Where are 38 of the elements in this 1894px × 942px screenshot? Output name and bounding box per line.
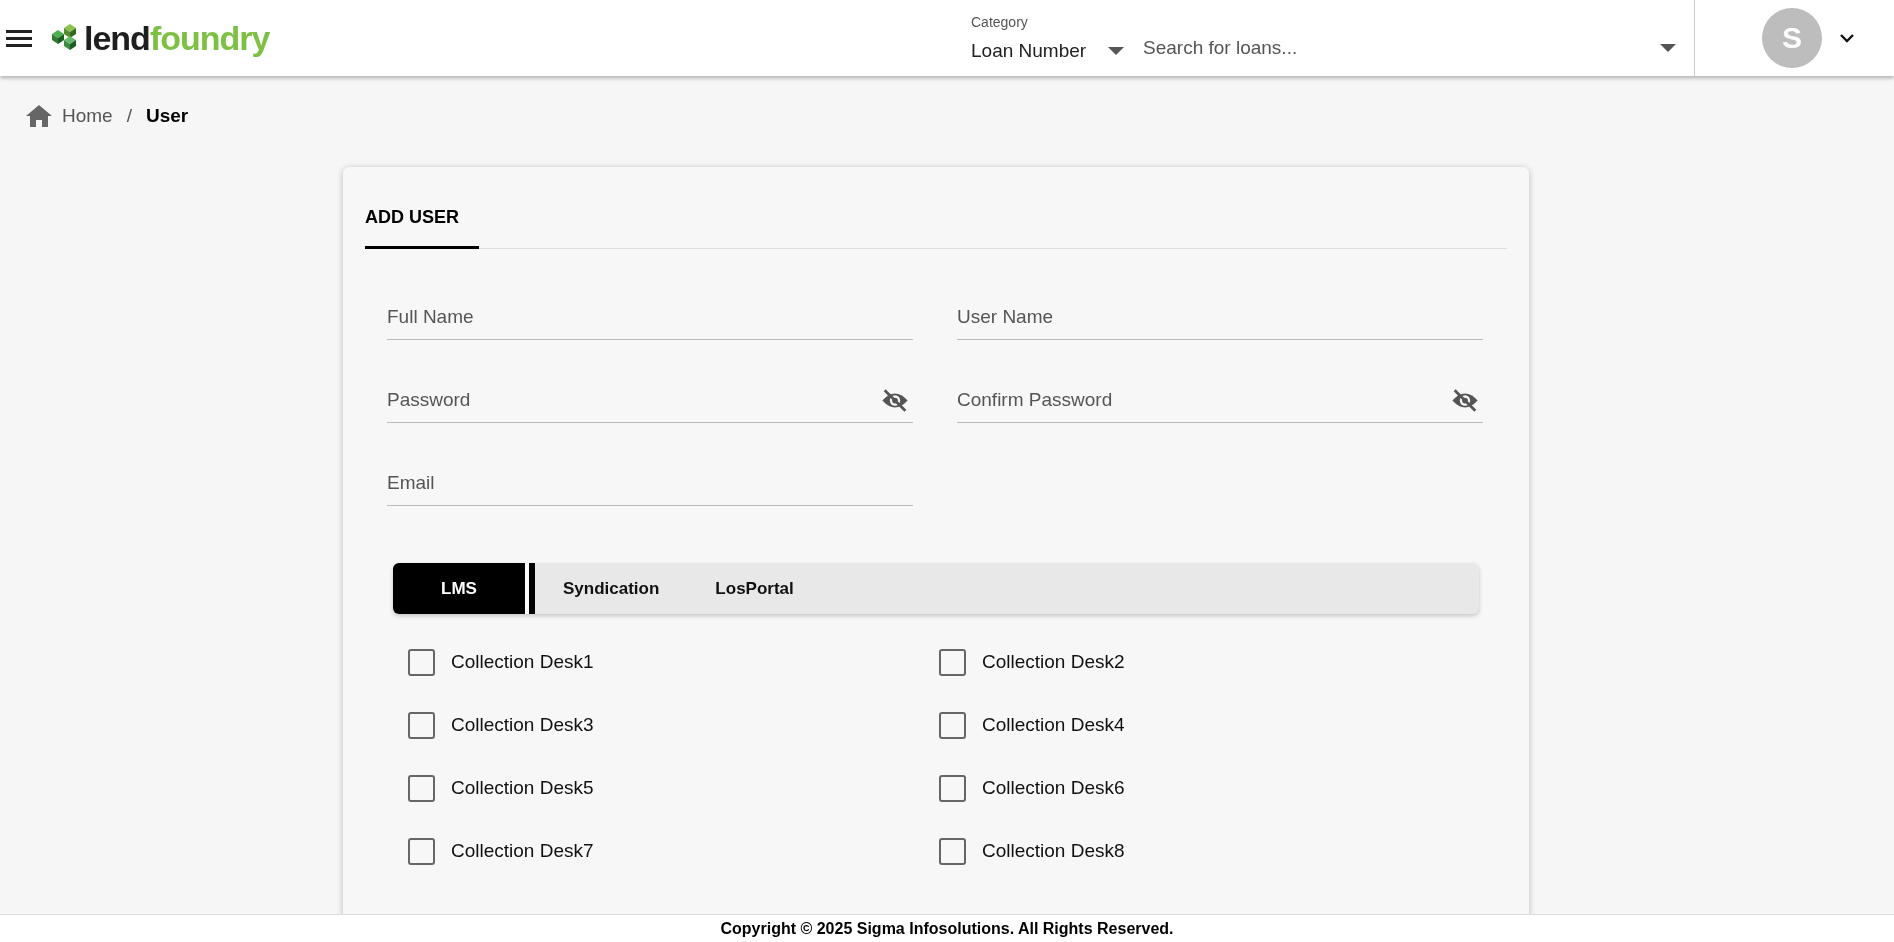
checkbox-label: Collection Desk1 (451, 651, 594, 673)
menu-icon[interactable] (6, 28, 32, 48)
checkbox[interactable] (939, 774, 966, 802)
checkbox[interactable] (408, 648, 435, 676)
logo-text: lendfoundry (84, 18, 270, 58)
input-field[interactable]: Confirm Password (957, 377, 1483, 423)
chevron-down-icon[interactable] (1840, 33, 1854, 43)
input-field[interactable]: User Name (957, 294, 1483, 340)
checkbox-label: Collection Desk3 (451, 714, 594, 736)
tab[interactable]: ADD USER (365, 189, 479, 249)
copyright-text: Copyright © 2025 Sigma Infosolutions. All Rights Reserved. (720, 919, 1174, 938)
search-field[interactable]: Search for loans... (1141, 36, 1660, 60)
home-icon[interactable] (26, 105, 52, 127)
checkbox[interactable] (408, 774, 435, 802)
checkbox-label: Collection Desk6 (982, 777, 1125, 799)
category-label: Category (971, 14, 1029, 30)
checkbox[interactable] (939, 648, 966, 676)
category-dropdown[interactable]: Loan Number (971, 40, 1141, 62)
input-field[interactable]: Full Name (387, 294, 913, 340)
breadcrumb-current: User (145, 105, 189, 127)
breadcrumb-link[interactable]: Home (62, 105, 113, 127)
caret-icon (1660, 44, 1676, 52)
tab[interactable]: LosPortal (687, 563, 822, 614)
checkbox[interactable] (939, 837, 966, 865)
caret-icon (1108, 47, 1125, 55)
checkbox-label: Collection Desk2 (982, 651, 1125, 673)
checkbox-label: Collection Desk8 (982, 840, 1125, 862)
eye-off-icon[interactable] (881, 389, 909, 412)
separator: / (126, 105, 132, 127)
checkbox[interactable] (408, 711, 435, 739)
checkbox[interactable] (939, 711, 966, 739)
checkbox[interactable] (408, 837, 435, 865)
checkbox-label: Collection Desk5 (451, 777, 594, 799)
checkbox-label: Collection Desk7 (451, 840, 594, 862)
checkbox-label: Collection Desk4 (982, 714, 1125, 736)
eye-off-icon[interactable] (1451, 389, 1479, 412)
input-field[interactable]: Email (387, 460, 913, 506)
tab[interactable]: Syndication (535, 563, 688, 614)
